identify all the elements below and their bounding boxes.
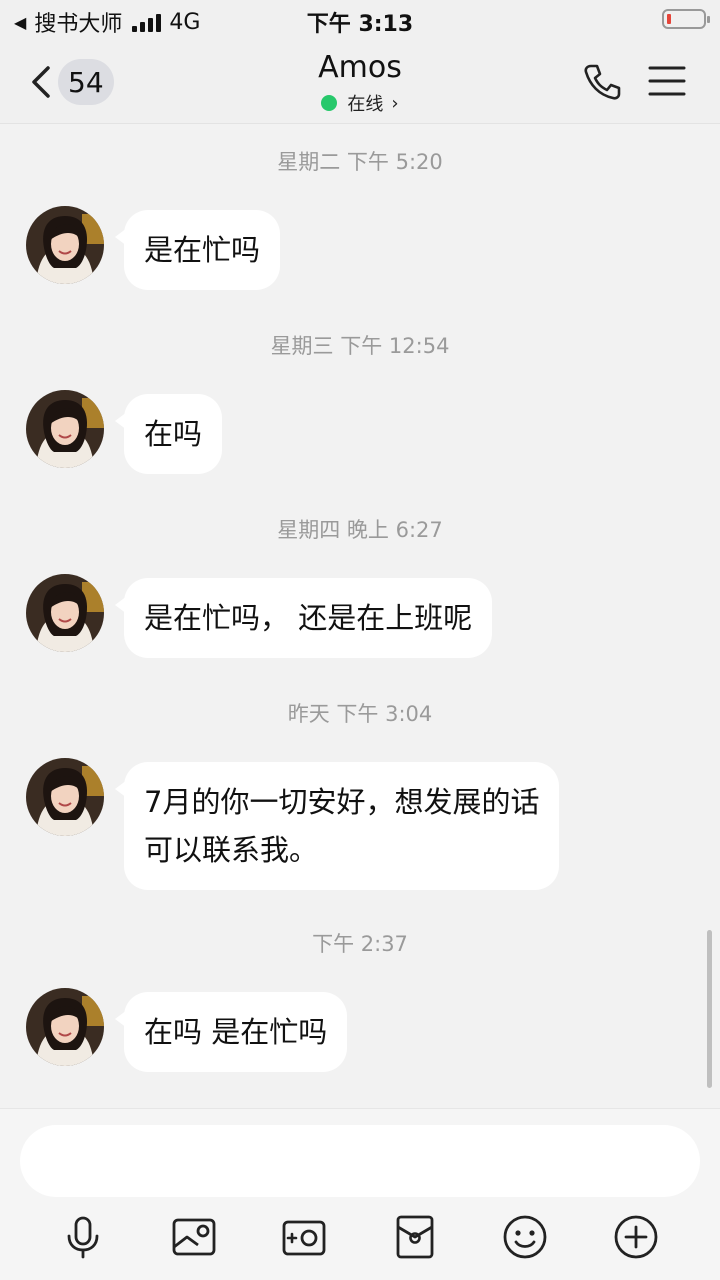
contact-avatar-image	[26, 758, 104, 836]
composer-bar	[0, 1108, 720, 1280]
more-menu-button[interactable]	[648, 64, 686, 98]
hamburger-menu-icon	[648, 66, 686, 96]
message-timestamp: 下午 2:37	[312, 932, 408, 956]
message-input[interactable]	[20, 1125, 700, 1197]
incoming-message-bubble[interactable]: 7月的你一切安好，想发展的话 可以联系我。	[114, 762, 560, 890]
emoji-button[interactable]	[501, 1213, 549, 1261]
contact-avatar-image	[26, 206, 104, 284]
more-functions-button[interactable]	[612, 1213, 660, 1261]
scrollbar[interactable]	[707, 930, 712, 1088]
camera-button[interactable]	[280, 1213, 328, 1261]
voice-button[interactable]	[59, 1213, 107, 1261]
photo-icon	[172, 1218, 216, 1256]
incoming-message-bubble[interactable]: 在吗	[114, 394, 223, 474]
message-timestamp: 星期四 晚上 6:27	[277, 518, 443, 542]
incoming-message-bubble[interactable]: 在吗 是在忙吗	[114, 992, 348, 1072]
status-bar: ◀ 搜书大师 4G 下午 3:13	[0, 0, 720, 40]
chat-header: 54 Amos 在线 ›	[0, 40, 720, 124]
emoji-icon	[503, 1215, 547, 1259]
incoming-message-bubble[interactable]: 是在忙吗， 还是在上班呢	[114, 578, 493, 658]
avatar[interactable]	[26, 758, 104, 836]
avatar[interactable]	[26, 988, 104, 1066]
red-packet-button[interactable]	[391, 1213, 439, 1261]
avatar[interactable]	[26, 390, 104, 468]
chevron-right-icon: ›	[391, 92, 399, 114]
status-time: 下午 3:13	[306, 12, 414, 37]
message-timestamp: 昨天 下午 3:04	[287, 702, 433, 726]
battery-icon	[662, 9, 710, 29]
plus-icon	[614, 1215, 658, 1259]
incoming-message-bubble[interactable]: 是在忙吗	[114, 210, 281, 290]
phone-icon	[584, 64, 621, 100]
red-packet-icon	[396, 1215, 434, 1259]
avatar[interactable]	[26, 206, 104, 284]
online-dot-icon	[321, 95, 338, 111]
photo-button[interactable]	[170, 1213, 218, 1261]
contact-avatar-image	[26, 574, 104, 652]
camera-icon	[282, 1220, 326, 1256]
avatar[interactable]	[26, 574, 104, 652]
message-timestamp: 星期二 下午 5:20	[277, 150, 443, 174]
microphone-icon	[67, 1216, 99, 1259]
contact-avatar-image	[26, 988, 104, 1066]
contact-avatar-image	[26, 390, 104, 468]
online-status-label: 在线	[347, 94, 384, 115]
phone-call-button[interactable]	[582, 62, 622, 102]
message-list[interactable]: 星期二 下午 5:20 是在忙吗 星期三 下午 12:54 在吗 星期四 晚上 …	[0, 124, 720, 1108]
message-timestamp: 星期三 下午 12:54	[270, 334, 450, 358]
